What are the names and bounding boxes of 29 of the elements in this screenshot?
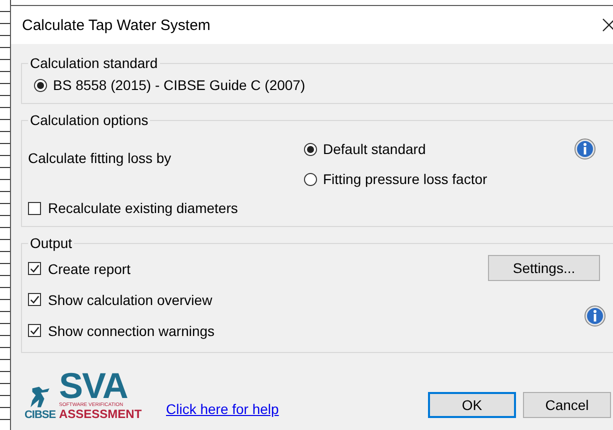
window-title: Calculate Tap Water System bbox=[22, 16, 210, 34]
group-title: Calculation options bbox=[29, 112, 150, 128]
logo-text: SVA bbox=[59, 370, 128, 402]
ok-button[interactable]: OK bbox=[428, 392, 516, 418]
group-title: Output bbox=[29, 235, 74, 251]
radio-button[interactable] bbox=[304, 172, 317, 186]
logo-text: ASSESSMENT bbox=[59, 408, 142, 421]
radio-button[interactable] bbox=[34, 78, 47, 92]
cancel-button[interactable]: Cancel bbox=[523, 392, 611, 418]
checkbox[interactable] bbox=[28, 293, 41, 306]
group-title: Calculation standard bbox=[29, 55, 159, 71]
checkbox-label[interactable]: Recalculate existing diameters bbox=[48, 200, 238, 216]
logo-text: CIBSE bbox=[24, 409, 56, 421]
help-link[interactable]: Click here for help bbox=[166, 401, 416, 417]
radio-label[interactable]: Default standard bbox=[323, 141, 426, 157]
checkbox[interactable] bbox=[28, 262, 41, 275]
checkbox-label[interactable]: Show connection warnings bbox=[48, 322, 215, 338]
radio-label[interactable]: Fitting pressure loss factor bbox=[323, 171, 488, 187]
checkbox-label[interactable]: Show calculation overview bbox=[48, 292, 212, 308]
info-icon[interactable] bbox=[584, 305, 606, 327]
info-icon[interactable] bbox=[574, 138, 596, 160]
settings-button[interactable]: Settings... bbox=[488, 255, 600, 281]
radio-label[interactable]: BS 8558 (2015) - CIBSE Guide C (2007) bbox=[53, 77, 306, 93]
checkbox[interactable] bbox=[28, 202, 41, 214]
close-icon[interactable] bbox=[602, 18, 613, 32]
radio-button[interactable] bbox=[304, 142, 317, 156]
checkbox[interactable] bbox=[28, 324, 41, 337]
option-label: Calculate fitting loss by bbox=[28, 150, 172, 166]
checkbox-label[interactable]: Create report bbox=[48, 260, 130, 276]
